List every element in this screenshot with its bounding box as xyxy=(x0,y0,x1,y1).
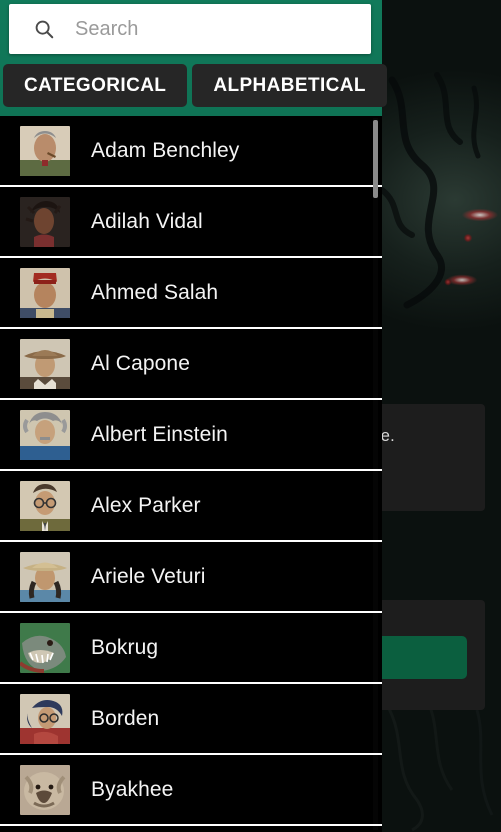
tab-alphabetical[interactable]: ALPHABETICAL xyxy=(192,64,387,107)
list-item-label: Bokrug xyxy=(91,635,159,659)
list-item-label: Adilah Vidal xyxy=(91,209,203,233)
character-list: Adam Benchley Adilah Vidal Ahmed Salah A… xyxy=(0,116,382,826)
app-root: … about … vailable … ail release. … belo… xyxy=(0,0,501,832)
tab-categorical[interactable]: CATEGORICAL xyxy=(3,64,188,107)
list-item-label: Al Capone xyxy=(91,351,190,375)
sort-tabs: CATEGORICAL ALPHABETICAL xyxy=(3,64,387,107)
list-item[interactable]: Adilah Vidal xyxy=(0,187,382,258)
list-item[interactable]: Borden xyxy=(0,684,382,755)
list-item-label: Ariele Veturi xyxy=(91,564,206,588)
list-item-label: Ahmed Salah xyxy=(91,280,219,304)
list-scrollbar-track[interactable] xyxy=(373,118,378,830)
avatar xyxy=(20,480,70,531)
list-item[interactable]: Bokrug xyxy=(0,613,382,684)
avatar xyxy=(20,622,70,673)
list-item[interactable]: Alex Parker xyxy=(0,471,382,542)
list-item[interactable]: Albert Einstein xyxy=(0,400,382,471)
character-picker-panel: CATEGORICAL ALPHABETICAL xyxy=(0,0,387,832)
list-item[interactable]: Ahmed Salah xyxy=(0,258,382,329)
search-bar[interactable] xyxy=(9,4,371,54)
avatar xyxy=(20,409,70,460)
list-item-label: Alex Parker xyxy=(91,493,201,517)
avatar xyxy=(20,764,70,815)
list-item[interactable]: Ariele Veturi xyxy=(0,542,382,613)
avatar xyxy=(20,125,70,176)
avatar xyxy=(20,338,70,389)
avatar xyxy=(20,267,70,318)
background-tendril-icon xyxy=(382,72,481,309)
list-item[interactable]: Al Capone xyxy=(0,329,382,400)
list-item[interactable]: Adam Benchley xyxy=(0,116,382,187)
background-texture-icon xyxy=(385,700,494,832)
avatar xyxy=(20,551,70,602)
list-item-label: Albert Einstein xyxy=(91,422,228,446)
list-item-label: Adam Benchley xyxy=(91,138,240,162)
search-input[interactable] xyxy=(75,4,371,54)
character-list-scroll-area[interactable]: Adam Benchley Adilah Vidal Ahmed Salah A… xyxy=(0,116,382,832)
search-icon xyxy=(35,20,54,39)
list-item-label: Borden xyxy=(91,706,160,730)
avatar xyxy=(20,196,70,247)
list-scrollbar-thumb[interactable] xyxy=(373,120,378,198)
list-item[interactable]: Byakhee xyxy=(0,755,382,826)
list-item-label: Byakhee xyxy=(91,777,174,801)
avatar xyxy=(20,693,70,744)
panel-header: CATEGORICAL ALPHABETICAL xyxy=(0,0,387,116)
